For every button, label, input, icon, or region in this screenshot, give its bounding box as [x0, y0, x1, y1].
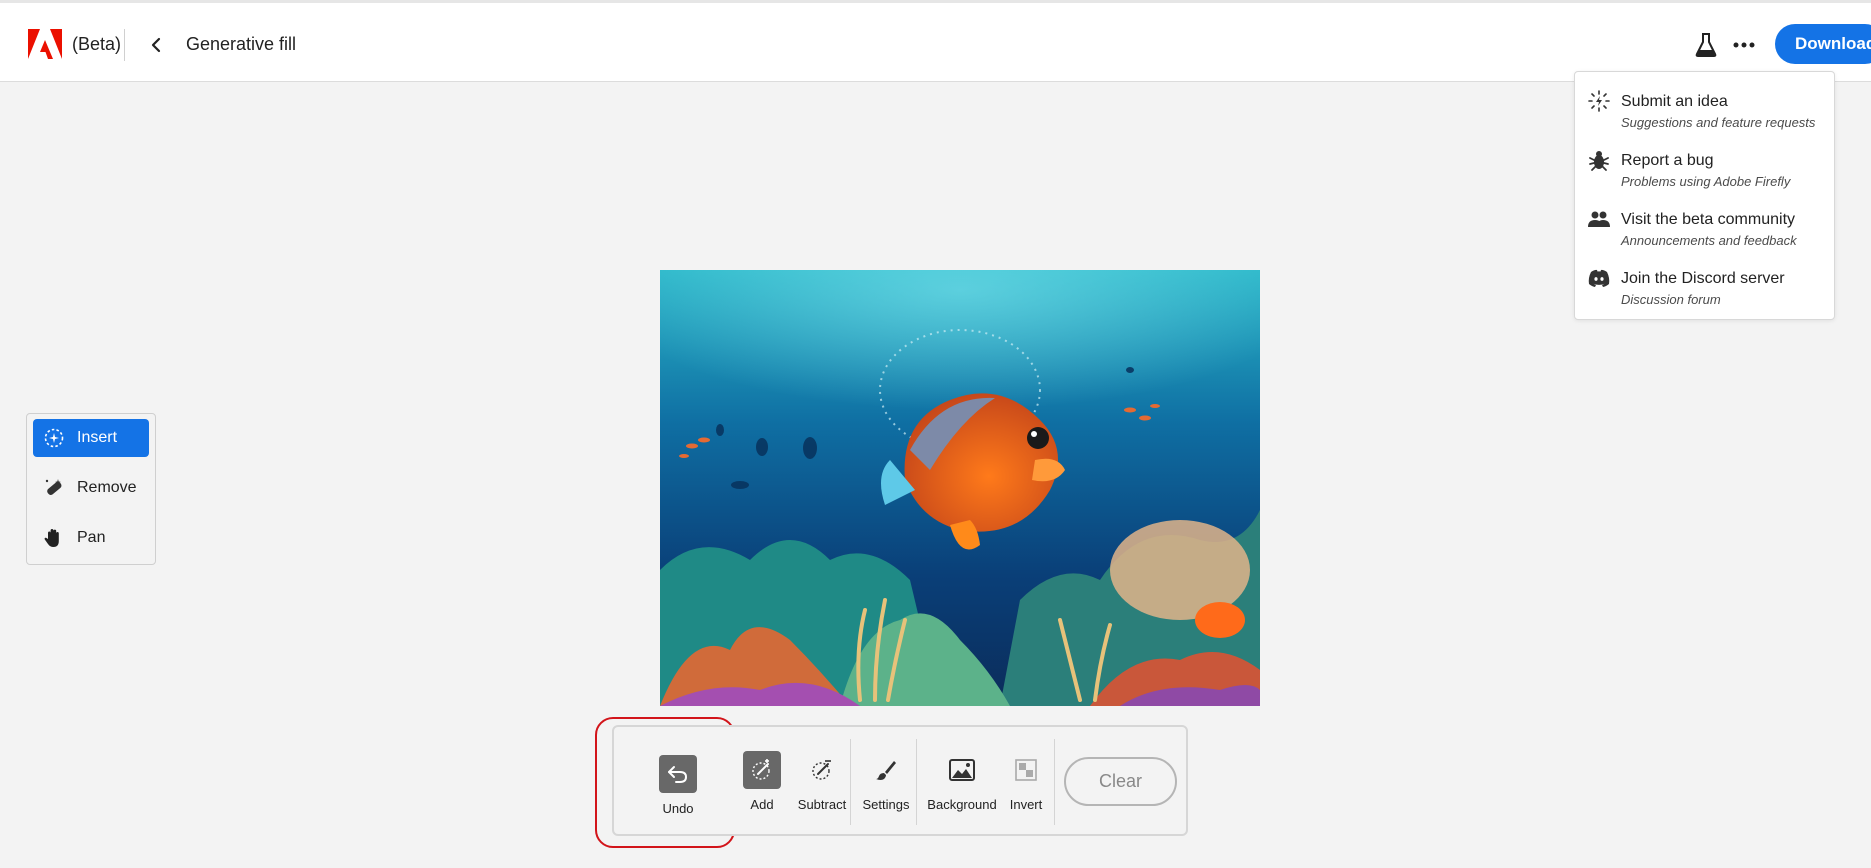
menu-item-description: Announcements and feedback	[1621, 233, 1797, 248]
subtract-button[interactable]: Subtract	[790, 751, 854, 812]
menu-item-description: Suggestions and feature requests	[1621, 115, 1816, 130]
insert-tool-button[interactable]: Insert	[33, 419, 149, 457]
toolbar-divider	[1054, 739, 1055, 825]
beta-label: (Beta)	[72, 34, 122, 54]
image-icon	[943, 751, 981, 789]
subtract-brush-icon	[803, 751, 841, 789]
settings-label: Settings	[862, 797, 910, 812]
more-dots-icon	[1733, 42, 1755, 48]
hand-icon	[44, 529, 59, 547]
menu-item-report-bug[interactable]: Report a bug Problems using Adobe Firefl…	[1575, 136, 1834, 192]
menu-item-discord[interactable]: Join the Discord server Discussion forum	[1575, 254, 1834, 310]
add-brush-icon	[743, 751, 781, 789]
background-button[interactable]: Background	[920, 751, 1004, 812]
undo-icon	[659, 755, 697, 793]
more-options-button[interactable]	[1728, 29, 1760, 61]
tool-label: Remove	[77, 479, 137, 496]
download-button[interactable]: Download	[1775, 24, 1871, 64]
menu-item-label: Submit an idea	[1621, 93, 1728, 110]
add-button[interactable]: Add	[742, 751, 782, 812]
header-divider	[124, 29, 125, 61]
invert-label: Invert	[1009, 797, 1043, 812]
pan-tool-button[interactable]: Pan	[33, 519, 149, 557]
tool-label: Pan	[77, 529, 106, 546]
lightbulb-icon	[1588, 90, 1610, 112]
back-button[interactable]	[144, 29, 168, 61]
clear-button[interactable]: Clear	[1064, 757, 1177, 806]
menu-item-description: Discussion forum	[1621, 292, 1721, 307]
subtract-label: Subtract	[797, 797, 847, 812]
insert-icon	[44, 428, 64, 448]
settings-button[interactable]: Settings	[854, 751, 918, 812]
menu-item-submit-idea[interactable]: Submit an idea Suggestions and feature r…	[1575, 77, 1834, 133]
undo-button[interactable]: Undo	[653, 755, 703, 816]
background-label: Background	[927, 797, 997, 812]
add-label: Add	[750, 797, 774, 812]
menu-item-description: Problems using Adobe Firefly	[1621, 174, 1791, 189]
brush-settings-icon	[867, 751, 905, 789]
community-icon	[1588, 211, 1610, 227]
discord-icon	[1588, 269, 1610, 287]
undo-label: Undo	[662, 801, 694, 816]
remove-icon	[45, 479, 62, 495]
tool-label: Insert	[77, 429, 118, 446]
underwater-scene-image	[660, 270, 1260, 706]
toolbar-divider	[850, 739, 851, 825]
tool-panel: Insert Remove Pan	[26, 413, 156, 565]
chevron-left-icon	[151, 37, 161, 53]
bug-icon	[1589, 151, 1609, 171]
canvas-image[interactable]	[660, 270, 1260, 706]
toolbar-divider	[916, 739, 917, 825]
adobe-logo[interactable]	[28, 29, 62, 59]
menu-item-beta-community[interactable]: Visit the beta community Announcements a…	[1575, 195, 1834, 251]
menu-item-label: Visit the beta community	[1621, 211, 1796, 228]
labs-button[interactable]	[1690, 29, 1722, 61]
help-menu: Submit an idea Suggestions and feature r…	[1574, 71, 1835, 320]
bottom-toolbar: Undo Add Subtract Settings Background In…	[612, 725, 1188, 836]
flask-icon	[1695, 33, 1717, 57]
page-title: Generative fill	[186, 34, 297, 54]
menu-item-label: Report a bug	[1621, 152, 1714, 169]
invert-icon	[1007, 751, 1045, 789]
invert-button[interactable]: Invert	[1004, 751, 1048, 812]
remove-tool-button[interactable]: Remove	[33, 469, 149, 507]
menu-item-label: Join the Discord server	[1621, 270, 1785, 287]
